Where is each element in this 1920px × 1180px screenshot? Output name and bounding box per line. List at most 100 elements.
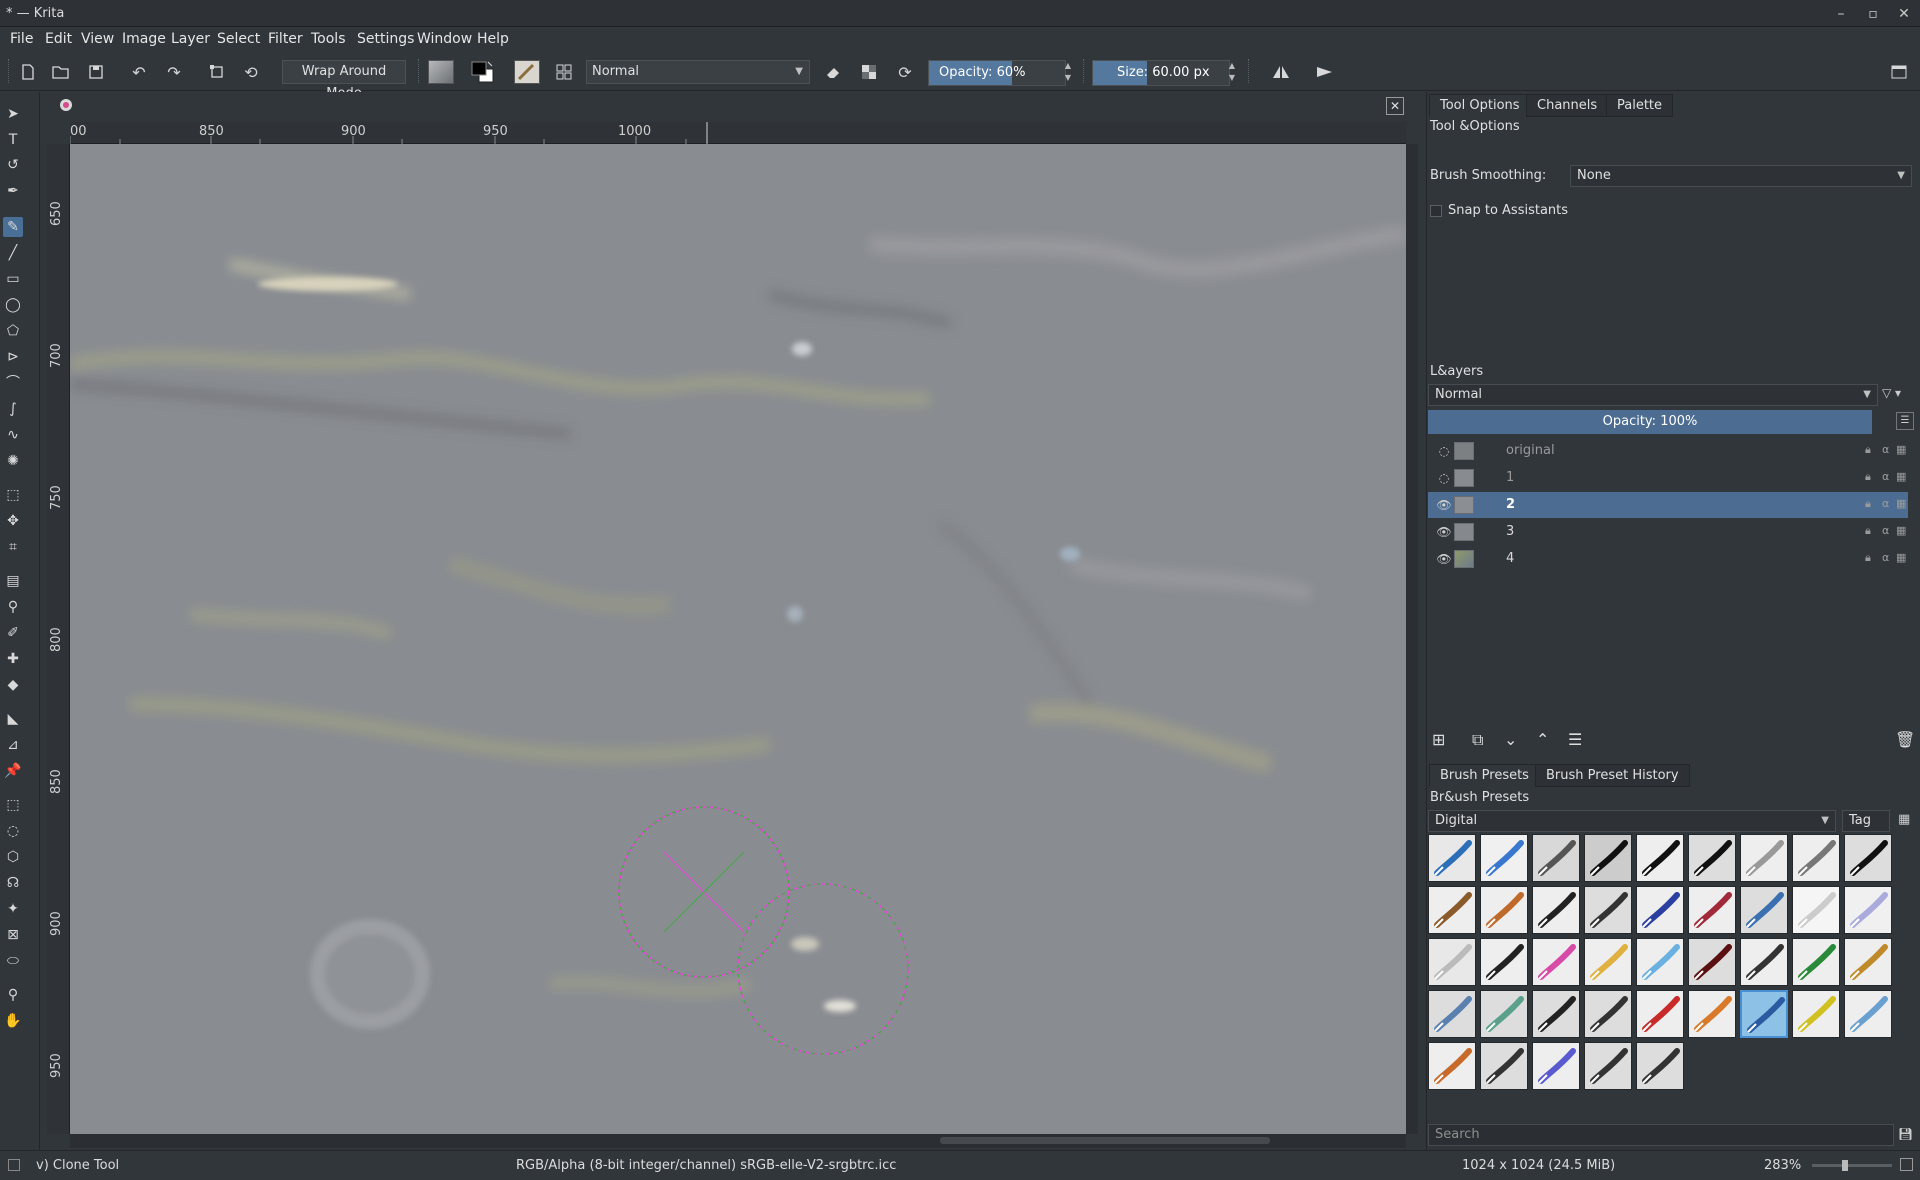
lock-icon[interactable]: 🔒︎ bbox=[1865, 551, 1871, 565]
brush-preset-icon[interactable] bbox=[1688, 990, 1736, 1038]
move-layer-down-icon[interactable]: ⌄ bbox=[1504, 730, 1517, 749]
menu-view[interactable]: View bbox=[81, 31, 114, 47]
brush-preset-icon[interactable] bbox=[1688, 938, 1736, 986]
workspace-chooser-icon[interactable] bbox=[1886, 59, 1912, 85]
move-tool-icon[interactable]: ✥ bbox=[3, 511, 23, 531]
canvas-only-icon[interactable] bbox=[1900, 1158, 1913, 1171]
similar-color-selection-icon[interactable]: ⊠ bbox=[3, 925, 23, 945]
assistant-tool-icon[interactable]: ◣ bbox=[3, 709, 23, 729]
preset-tag-select[interactable]: Digital ▼ bbox=[1428, 810, 1836, 832]
reset-rotation-icon[interactable]: ⟲ bbox=[238, 59, 264, 85]
close-window-button[interactable]: ✕ bbox=[1893, 4, 1915, 24]
freehand-selection-icon[interactable]: ☊ bbox=[3, 873, 23, 893]
dynamic-brush-tool-icon[interactable]: ∿ bbox=[3, 425, 23, 445]
duplicate-layer-icon[interactable]: ⧉ bbox=[1472, 730, 1483, 750]
layer-row[interactable]: ◌ original 🔒︎ α ▦ bbox=[1428, 438, 1908, 464]
freehand-path-tool-icon[interactable]: ∫ bbox=[3, 399, 23, 419]
brush-preset-icon[interactable] bbox=[1740, 834, 1788, 882]
transform-tool-icon[interactable]: ⬚ bbox=[3, 485, 23, 505]
move-layer-up-icon[interactable]: ⌃ bbox=[1536, 730, 1549, 749]
snap-to-assistants-checkbox[interactable] bbox=[1430, 205, 1442, 217]
edit-shapes-tool-icon[interactable]: ↺ bbox=[3, 155, 23, 175]
polyline-tool-icon[interactable]: ⊳ bbox=[3, 347, 23, 367]
brush-preset-icon[interactable] bbox=[1584, 990, 1632, 1038]
crop-tool-icon[interactable]: ⌗ bbox=[3, 537, 23, 557]
inherit-alpha-icon[interactable]: ▦ bbox=[1896, 551, 1906, 564]
size-spinner[interactable]: ▲ ▼ bbox=[1226, 60, 1238, 86]
brush-preset-icon[interactable] bbox=[1584, 886, 1632, 934]
inherit-alpha-icon[interactable]: ▦ bbox=[1896, 497, 1906, 510]
zoom-slider[interactable] bbox=[1812, 1164, 1892, 1167]
save-search-icon[interactable]: 💾︎ bbox=[1898, 1127, 1913, 1141]
brush-preset-icon[interactable] bbox=[1688, 886, 1736, 934]
polygonal-selection-icon[interactable]: ⬡ bbox=[3, 847, 23, 867]
close-canvas-button[interactable]: ✕ bbox=[1386, 97, 1404, 115]
lock-icon[interactable]: 🔒︎ bbox=[1865, 524, 1871, 538]
brush-preset-icon[interactable] bbox=[1636, 886, 1684, 934]
layer-row[interactable]: ◌ 1 🔒︎ α ▦ bbox=[1428, 465, 1908, 491]
ellipse-tool-icon[interactable]: ◯ bbox=[3, 295, 23, 315]
line-tool-icon[interactable]: ╱ bbox=[3, 243, 23, 263]
reload-preset-icon[interactable]: ⟳ bbox=[892, 59, 918, 85]
menu-tools[interactable]: Tools bbox=[311, 31, 346, 47]
reference-images-tool-icon[interactable]: 📌 bbox=[3, 761, 23, 781]
tab-tool-options[interactable]: Tool Options bbox=[1429, 94, 1531, 117]
layers-opacity-slider[interactable]: Opacity: 100% bbox=[1428, 410, 1872, 434]
canvas-horizontal-scrollbar[interactable] bbox=[70, 1134, 1406, 1148]
preserve-alpha-icon[interactable] bbox=[856, 59, 882, 85]
brush-tool-icon[interactable]: ✎ bbox=[3, 217, 23, 237]
brush-preset-icon[interactable] bbox=[1740, 938, 1788, 986]
tag-button[interactable]: Tag bbox=[1842, 810, 1890, 832]
brush-preset-icon[interactable] bbox=[1740, 886, 1788, 934]
brush-preset-icon[interactable] bbox=[1636, 834, 1684, 882]
brush-preset-icon[interactable] bbox=[1792, 886, 1840, 934]
tab-brush-presets[interactable]: Brush Presets bbox=[1429, 764, 1540, 787]
menu-edit[interactable]: Edit bbox=[45, 31, 72, 47]
layers-blend-mode-select[interactable]: Normal ▼ bbox=[1428, 384, 1878, 406]
menu-filter[interactable]: Filter bbox=[268, 31, 303, 47]
wrap-around-mode-button[interactable]: Wrap Around Mode bbox=[282, 60, 406, 101]
alpha-lock-icon[interactable]: α bbox=[1882, 470, 1889, 483]
alpha-lock-icon[interactable]: α bbox=[1882, 524, 1889, 537]
calligraphy-tool-icon[interactable]: ✒ bbox=[3, 181, 23, 201]
grid-presets-icon[interactable] bbox=[551, 59, 577, 85]
brush-preset-icon[interactable] bbox=[1636, 1042, 1684, 1090]
brush-preset-icon[interactable] bbox=[1480, 834, 1528, 882]
brush-preset-icon[interactable] bbox=[1636, 990, 1684, 1038]
tab-brush-preset-history[interactable]: Brush Preset History bbox=[1535, 764, 1690, 787]
brush-preset-icon[interactable] bbox=[1636, 938, 1684, 986]
menu-window[interactable]: Window bbox=[417, 31, 472, 47]
elliptical-selection-icon[interactable]: ◌ bbox=[3, 821, 23, 841]
gradient-swatch[interactable] bbox=[428, 60, 454, 84]
redo-icon[interactable]: ↷ bbox=[161, 59, 187, 85]
brush-preset-icon[interactable] bbox=[1532, 938, 1580, 986]
brush-preset-icon[interactable] bbox=[1584, 1042, 1632, 1090]
brush-preset-icon[interactable] bbox=[514, 60, 540, 84]
brush-preset-icon[interactable] bbox=[1740, 990, 1788, 1038]
tab-palette[interactable]: Palette bbox=[1606, 94, 1674, 117]
smart-patch-tool-icon[interactable]: ✚ bbox=[3, 649, 23, 669]
brush-preset-icon[interactable] bbox=[1532, 886, 1580, 934]
brush-preset-icon[interactable] bbox=[1532, 834, 1580, 882]
menu-settings[interactable]: Settings bbox=[357, 31, 414, 47]
inherit-alpha-icon[interactable]: ▦ bbox=[1896, 470, 1906, 483]
brush-preset-icon[interactable] bbox=[1480, 990, 1528, 1038]
brush-preset-icon[interactable] bbox=[1792, 990, 1840, 1038]
brush-preset-icon[interactable] bbox=[1584, 834, 1632, 882]
delete-layer-icon[interactable]: 🗑︎ bbox=[1895, 730, 1915, 749]
maximize-button[interactable]: ▫ bbox=[1862, 4, 1884, 24]
fill-tool-icon[interactable]: ◆ bbox=[3, 675, 23, 695]
alpha-lock-icon[interactable]: α bbox=[1882, 551, 1889, 564]
pan-tool-icon[interactable]: ✋ bbox=[3, 1011, 23, 1031]
open-document-icon[interactable] bbox=[48, 59, 74, 85]
transform-canvas-icon[interactable] bbox=[204, 59, 230, 85]
image-canvas[interactable] bbox=[70, 144, 1406, 1134]
menu-help[interactable]: Help bbox=[477, 31, 509, 47]
inherit-alpha-icon[interactable]: ▦ bbox=[1896, 524, 1906, 537]
lock-icon[interactable]: 🔒︎ bbox=[1865, 470, 1871, 484]
layer-filter-icon[interactable]: ▽ ▾ bbox=[1882, 386, 1901, 400]
brush-preset-icon[interactable] bbox=[1792, 834, 1840, 882]
brush-preset-icon[interactable] bbox=[1532, 1042, 1580, 1090]
measure-tool-icon[interactable]: ⊿ bbox=[3, 735, 23, 755]
multibrush-tool-icon[interactable]: ✺ bbox=[3, 451, 23, 471]
